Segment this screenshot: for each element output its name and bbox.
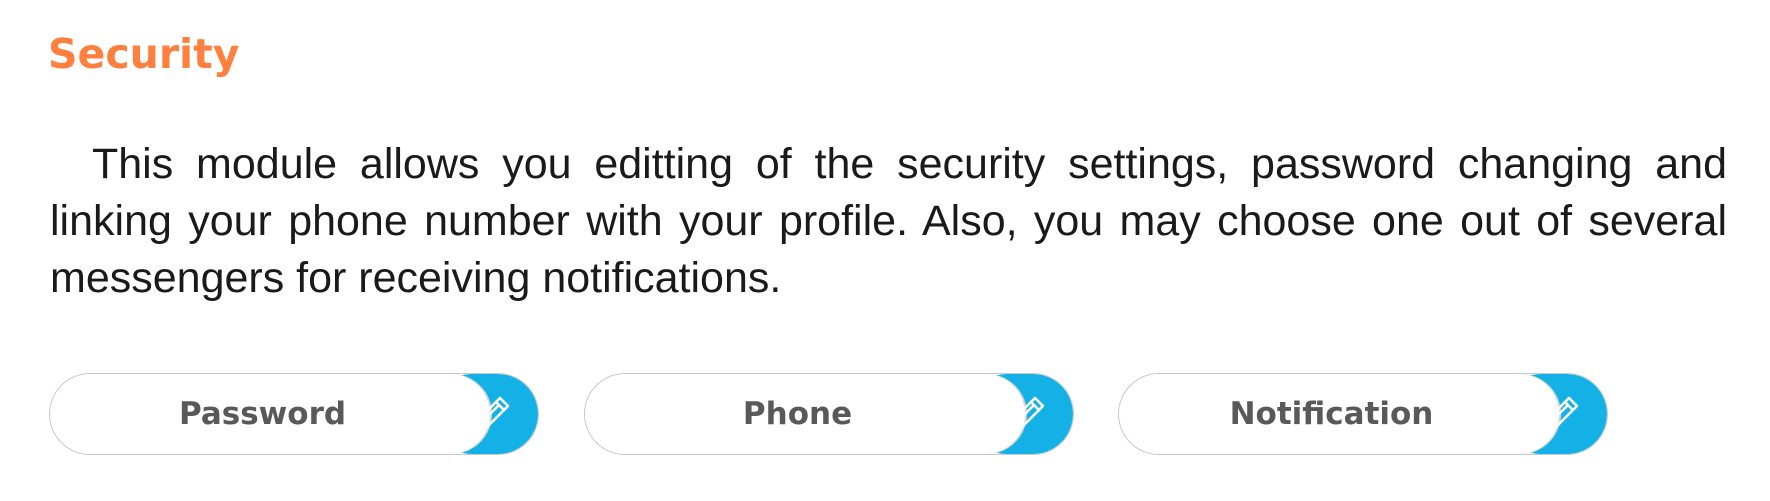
- pencil-icon: [1008, 396, 1045, 433]
- pencil-icon: [1542, 396, 1579, 433]
- password-button-label: Password: [178, 396, 347, 432]
- phone-button-label: Phone: [742, 396, 853, 432]
- section-description: This module allows you editting of the s…: [50, 140, 1727, 302]
- password-button[interactable]: Password: [49, 373, 539, 455]
- phone-edit-button[interactable]: [965, 374, 1073, 454]
- notification-button[interactable]: Notification: [1118, 373, 1608, 455]
- pencil-icon: [473, 396, 510, 433]
- notification-edit-button[interactable]: [1499, 374, 1607, 454]
- section-title: Security: [48, 30, 240, 78]
- phone-button[interactable]: Phone: [584, 373, 1074, 455]
- notification-button-label: Notification: [1229, 396, 1434, 432]
- password-edit-button[interactable]: [430, 374, 538, 454]
